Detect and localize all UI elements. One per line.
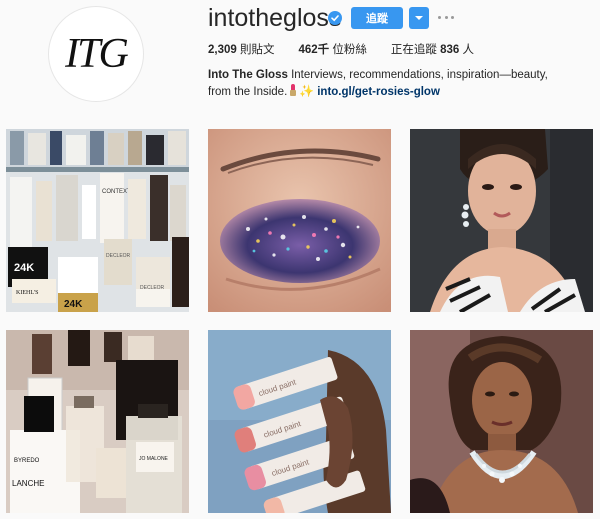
byredo-label: BYREDO	[14, 458, 40, 464]
context-label: CONTEXT	[102, 189, 131, 195]
post-thumbnail[interactable]	[410, 129, 593, 312]
more-options-icon[interactable]	[438, 14, 454, 20]
bio-name: Into The Gloss	[208, 69, 288, 81]
sparkles-emoji-icon: ✨	[299, 84, 315, 98]
posts-count: 2,309	[208, 44, 237, 56]
gold-24k-label-1: 24K	[14, 262, 34, 274]
profile-stats: 2,309 則貼文 462千 位粉絲 正在追蹤 836 人	[208, 41, 498, 57]
post-thumbnail[interactable]	[208, 129, 391, 312]
followers-count: 462千	[298, 44, 330, 56]
post-thumbnail[interactable]: BYREDO LANCHE JO MALONE	[6, 330, 189, 513]
portrait-woman-earrings-image	[410, 129, 593, 312]
gold-24k-label-2: 24K	[64, 299, 83, 310]
bio-link[interactable]: into.gl/get-rosies-glow	[317, 86, 440, 98]
posts-label: 則貼文	[239, 44, 275, 56]
posts-stat[interactable]: 2,309 則貼文	[208, 41, 274, 57]
verified-badge-icon	[328, 11, 342, 25]
hand-holding-tubes-image: cloud paint cloud paint cloud paint	[208, 330, 391, 513]
following-suffix: 人	[462, 44, 474, 56]
decleor-label-1: DECLEOR	[106, 253, 131, 259]
blanche-label: LANCHE	[12, 479, 44, 488]
profile-username: intothegloss	[208, 4, 342, 32]
perfume-bottles-image: BYREDO LANCHE JO MALONE	[6, 330, 189, 513]
following-prefix: 正在追蹤	[390, 44, 437, 56]
post-thumbnail[interactable]: cloud paint cloud paint cloud paint	[208, 330, 391, 513]
following-stat[interactable]: 正在追蹤 836 人	[391, 41, 474, 57]
following-count: 836	[440, 44, 460, 56]
profile-header: ITG intothegloss 追蹤 2,309 則貼文 462千 位粉絲 正…	[0, 0, 600, 118]
profile-bio: Into The Gloss Interviews, recommendatio…	[208, 67, 568, 100]
avatar-logo: ITG	[65, 31, 129, 77]
chevron-down-icon	[415, 16, 423, 20]
decleor-label-2: DECLEOR	[140, 285, 165, 291]
profile-avatar[interactable]: ITG	[48, 6, 144, 102]
followers-label: 位粉絲	[332, 44, 367, 56]
glitter-eye-makeup-image	[208, 129, 391, 312]
portrait-woman-necklace-image	[410, 330, 593, 513]
post-thumbnail[interactable]: CONTEXT 24K KIEHL'S 24K DECLEOR DECLEOR	[6, 129, 189, 312]
follow-button[interactable]: 追蹤	[351, 7, 403, 29]
lipstick-emoji-icon	[289, 84, 297, 96]
followers-stat[interactable]: 462千 位粉絲	[298, 41, 366, 57]
beauty-products-shelf-image: CONTEXT 24K KIEHL'S 24K DECLEOR DECLEOR	[6, 129, 189, 312]
post-thumbnail[interactable]	[410, 330, 593, 513]
suggested-dropdown-button[interactable]	[409, 7, 429, 29]
jo-malone-label: JO MALONE	[139, 456, 169, 462]
kiehls-label: KIEHL'S	[16, 290, 38, 296]
